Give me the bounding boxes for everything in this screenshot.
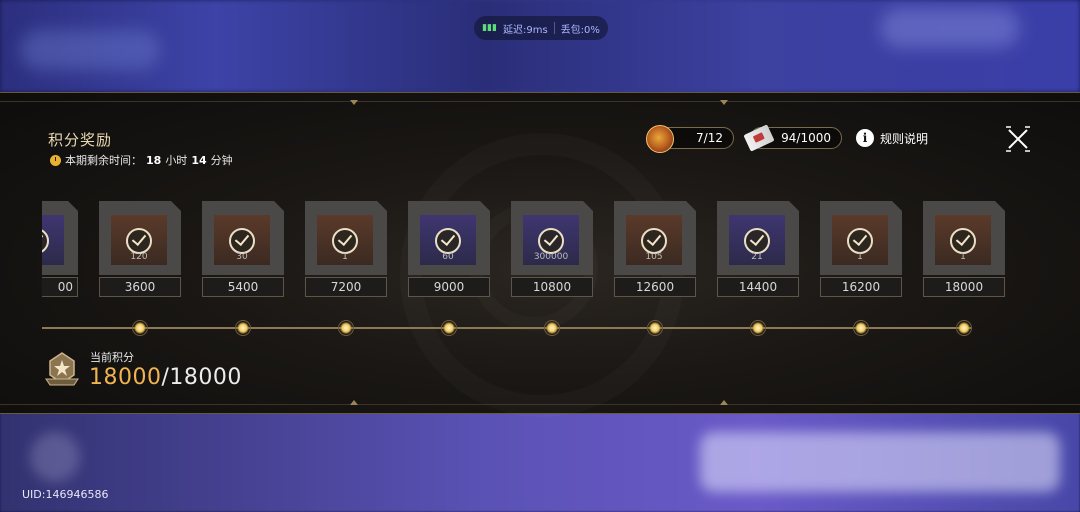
reward-points: 12600 bbox=[614, 277, 696, 297]
reward-quantity: 60 bbox=[442, 252, 454, 262]
uid-text: UID:146946586 bbox=[22, 488, 109, 501]
claimed-check-icon bbox=[641, 228, 667, 254]
points-reward-panel: 积分奖励 本期剩余时间： 18 小时 14 分钟 7/12 94/1000 i 规则说… bbox=[0, 92, 1080, 414]
remaining-time: 本期剩余时间： 18 小时 14 分钟 bbox=[50, 152, 233, 168]
reward-card[interactable]: 105 12600 bbox=[614, 201, 696, 297]
divider bbox=[553, 22, 555, 34]
reward-points: 9000 bbox=[408, 277, 490, 297]
reward-quantity: 105 bbox=[645, 252, 663, 262]
reward-quantity: 1 bbox=[342, 252, 348, 262]
claimed-check-icon bbox=[332, 228, 358, 254]
reward-quantity: 1 bbox=[857, 252, 863, 262]
reward-quantity: 1 bbox=[960, 252, 966, 262]
current-points-label: 当前积分 bbox=[90, 351, 134, 364]
border-ornament bbox=[350, 400, 358, 405]
latency-text: 延迟:9ms bbox=[502, 24, 548, 36]
milestone-dot bbox=[750, 320, 766, 336]
medal-count: 7/12 bbox=[696, 131, 723, 145]
reward-card[interactable]: 30 5400 bbox=[202, 201, 284, 297]
timer-minutes: 14 bbox=[191, 153, 207, 167]
reward-card[interactable]: 21 14400 bbox=[717, 201, 799, 297]
clock-icon bbox=[50, 154, 61, 166]
background-blur bbox=[880, 8, 1020, 48]
background-bottom bbox=[0, 412, 1080, 512]
border-ornament bbox=[720, 100, 728, 105]
packet-loss-text: 丢包:0% bbox=[560, 24, 600, 36]
milestone-dot bbox=[132, 320, 148, 336]
claimed-check-icon bbox=[950, 228, 976, 254]
current-points: 18000/18000 bbox=[89, 365, 242, 390]
info-icon: i bbox=[856, 129, 874, 147]
close-icon[interactable] bbox=[1004, 125, 1032, 153]
background-blur bbox=[700, 432, 1060, 492]
reward-quantity: 300000 bbox=[533, 252, 569, 262]
reward-points: 14400 bbox=[717, 277, 799, 297]
milestone-dot bbox=[956, 320, 972, 336]
reward-card[interactable]: 1 18000 bbox=[923, 201, 1005, 297]
reward-points: 18000 bbox=[923, 277, 1005, 297]
claimed-check-icon bbox=[847, 228, 873, 254]
reward-quantity: 120 bbox=[130, 252, 148, 262]
reward-card[interactable]: 300000 10800 bbox=[511, 201, 593, 297]
reward-quantity: 21 bbox=[751, 252, 763, 262]
reward-points: 16200 bbox=[820, 277, 902, 297]
reward-quantity: 30 bbox=[236, 252, 248, 262]
reward-card[interactable]: 1 7200 bbox=[305, 201, 387, 297]
timer-minutes-unit: 分钟 bbox=[210, 154, 233, 167]
current-points-value: 18000 bbox=[89, 365, 162, 390]
signal-icon: ▮▮▮ bbox=[482, 23, 497, 33]
milestone-dot bbox=[441, 320, 457, 336]
claimed-check-icon bbox=[229, 228, 255, 254]
reward-track: 00 120 3600 30 5400 1 7200 60 9000 30000… bbox=[42, 193, 1042, 303]
claimed-check-icon bbox=[435, 228, 461, 254]
timer-hours: 18 bbox=[146, 153, 162, 167]
claimed-check-icon bbox=[126, 228, 152, 254]
reward-points: 3600 bbox=[99, 277, 181, 297]
reward-card[interactable]: 120 3600 bbox=[99, 201, 181, 297]
timer-hours-unit: 小时 bbox=[165, 154, 188, 167]
ticket-count: 94/1000 bbox=[781, 131, 831, 145]
reward-points: 7200 bbox=[305, 277, 387, 297]
panel-border bbox=[0, 101, 1080, 102]
panel-title: 积分奖励 bbox=[48, 131, 113, 149]
reward-points: 5400 bbox=[202, 277, 284, 297]
border-ornament bbox=[720, 400, 728, 405]
rules-label: 规则说明 bbox=[880, 131, 929, 146]
milestone-dot bbox=[647, 320, 663, 336]
background-top bbox=[0, 0, 1080, 92]
reward-points: 10800 bbox=[511, 277, 593, 297]
max-points-value: /18000 bbox=[161, 365, 242, 390]
timer-prefix: 本期剩余时间： bbox=[65, 154, 142, 167]
milestone-dot bbox=[338, 320, 354, 336]
reward-card[interactable]: 1 16200 bbox=[820, 201, 902, 297]
milestone-dot bbox=[853, 320, 869, 336]
reward-card[interactable]: 00 bbox=[42, 201, 78, 297]
background-blur bbox=[30, 432, 80, 482]
reward-points: 00 bbox=[42, 277, 78, 297]
reward-card[interactable]: 60 9000 bbox=[408, 201, 490, 297]
points-badge-icon bbox=[45, 352, 79, 386]
progress-line bbox=[42, 327, 972, 329]
rules-button[interactable]: i 规则说明 bbox=[856, 129, 928, 147]
milestone-dot bbox=[235, 320, 251, 336]
network-status: ▮▮▮ 延迟:9ms 丢包:0% bbox=[474, 16, 608, 40]
medal-icon bbox=[646, 125, 674, 153]
background-blur bbox=[20, 30, 160, 70]
border-ornament bbox=[350, 100, 358, 105]
milestone-dot bbox=[544, 320, 560, 336]
claimed-check-icon bbox=[538, 228, 564, 254]
claimed-check-icon bbox=[744, 228, 770, 254]
